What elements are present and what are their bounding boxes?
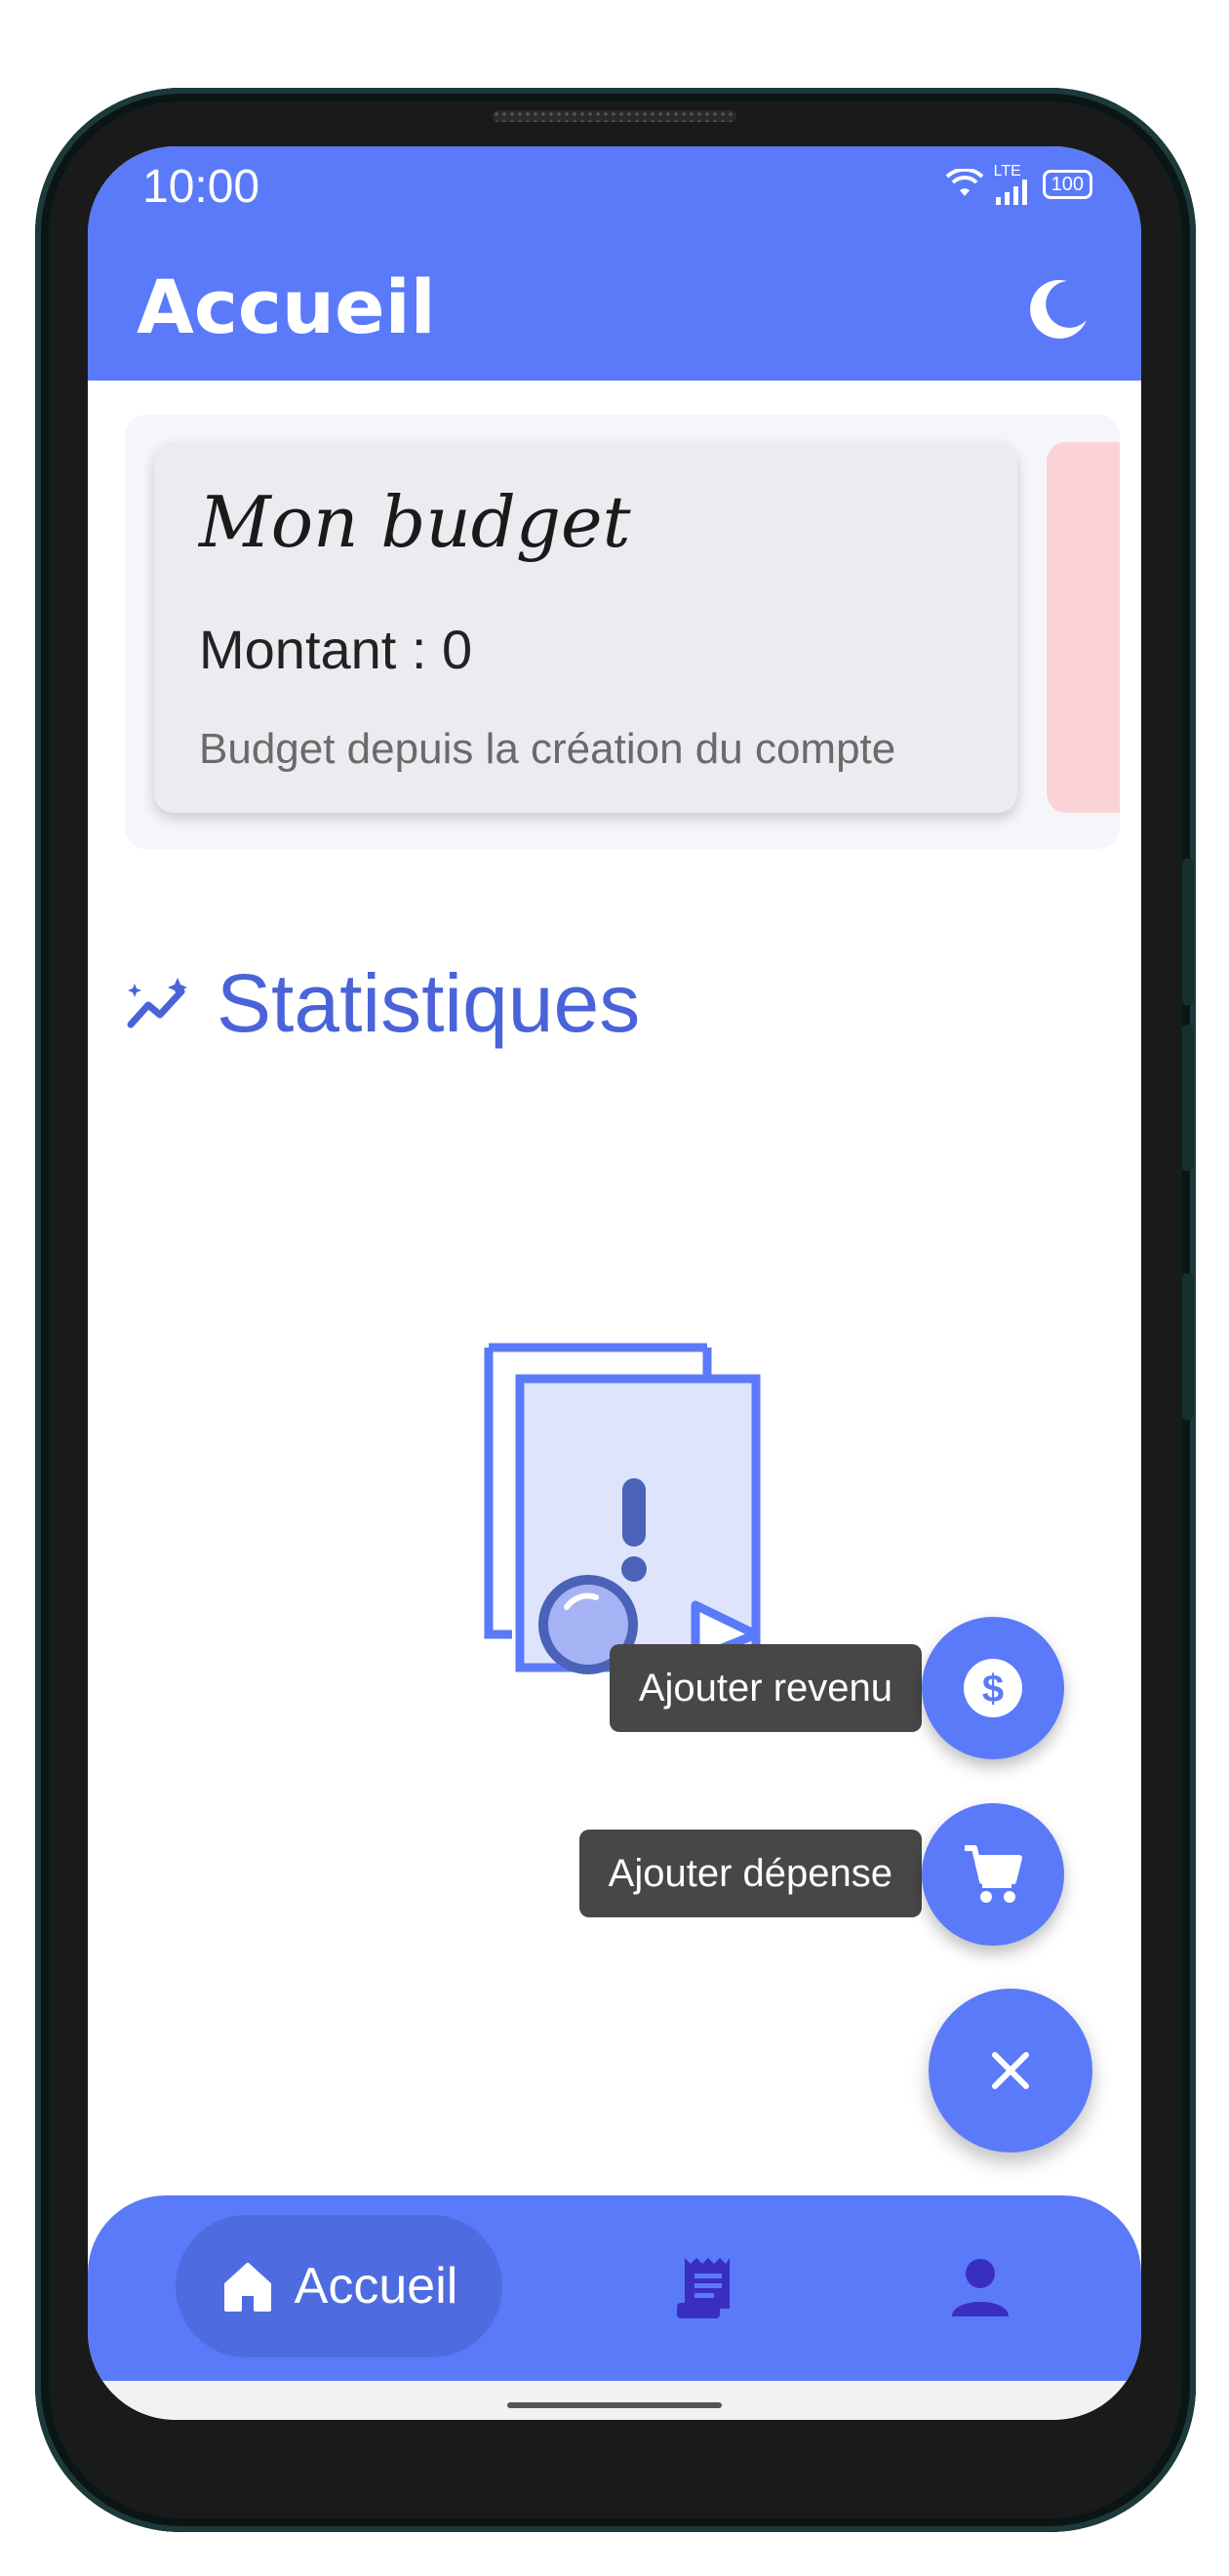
earpiece (493, 110, 736, 122)
battery-indicator: 100 (1042, 170, 1092, 199)
bottom-navigation: Accueil (88, 2195, 1141, 2381)
statistics-heading: Statistiques (125, 956, 640, 1051)
nav-home-label: Accueil (294, 2258, 458, 2314)
budget-carousel[interactable]: Mon budget Montant : 0 Budget depuis la … (125, 415, 1120, 849)
cart-icon (965, 1845, 1022, 1903)
signal-icon (995, 180, 1027, 205)
screen: 10:00 LTE 100 Accueil Mon budget Montant… (88, 146, 1141, 2420)
gesture-handle[interactable] (507, 2402, 722, 2408)
close-icon (992, 2052, 1029, 2089)
next-budget-card[interactable] (1047, 442, 1120, 813)
close-speed-dial-button[interactable] (929, 1989, 1092, 2153)
add-revenue-label[interactable]: Ajouter revenu (609, 1644, 922, 1732)
volume-up-button (1182, 859, 1194, 1005)
dollar-icon: $ (964, 1659, 1022, 1717)
add-revenue-button[interactable]: $ (922, 1617, 1064, 1759)
add-expense-label[interactable]: Ajouter dépense (578, 1830, 922, 1917)
svg-text:$: $ (982, 1668, 1004, 1711)
app-bar: Accueil (88, 234, 1141, 381)
receipt-icon[interactable] (673, 2254, 741, 2322)
person-icon[interactable] (946, 2254, 1014, 2322)
budget-card[interactable]: Mon budget Montant : 0 Budget depuis la … (154, 442, 1017, 813)
sparkle-chart-icon (127, 977, 187, 1027)
moon-icon[interactable] (1024, 273, 1094, 343)
budget-amount: Montant : 0 (199, 619, 473, 680)
gesture-area (88, 2381, 1141, 2420)
budget-subtitle: Budget depuis la création du compte (199, 725, 896, 773)
page-title: Accueil (137, 263, 436, 350)
status-icons: LTE 100 (945, 164, 1092, 205)
wifi-icon (945, 169, 984, 196)
budget-title: Mon budget (199, 481, 631, 563)
network-type: LTE (993, 163, 1021, 180)
add-expense-button[interactable] (922, 1803, 1064, 1946)
statistics-title: Statistiques (217, 957, 641, 1049)
volume-down-button (1182, 1025, 1194, 1171)
status-bar: 10:00 LTE 100 (88, 146, 1141, 234)
home-icon (223, 2263, 271, 2312)
nav-item-home[interactable]: Accueil (176, 2215, 502, 2357)
power-button (1182, 1273, 1194, 1420)
status-time: 10:00 (142, 161, 260, 213)
